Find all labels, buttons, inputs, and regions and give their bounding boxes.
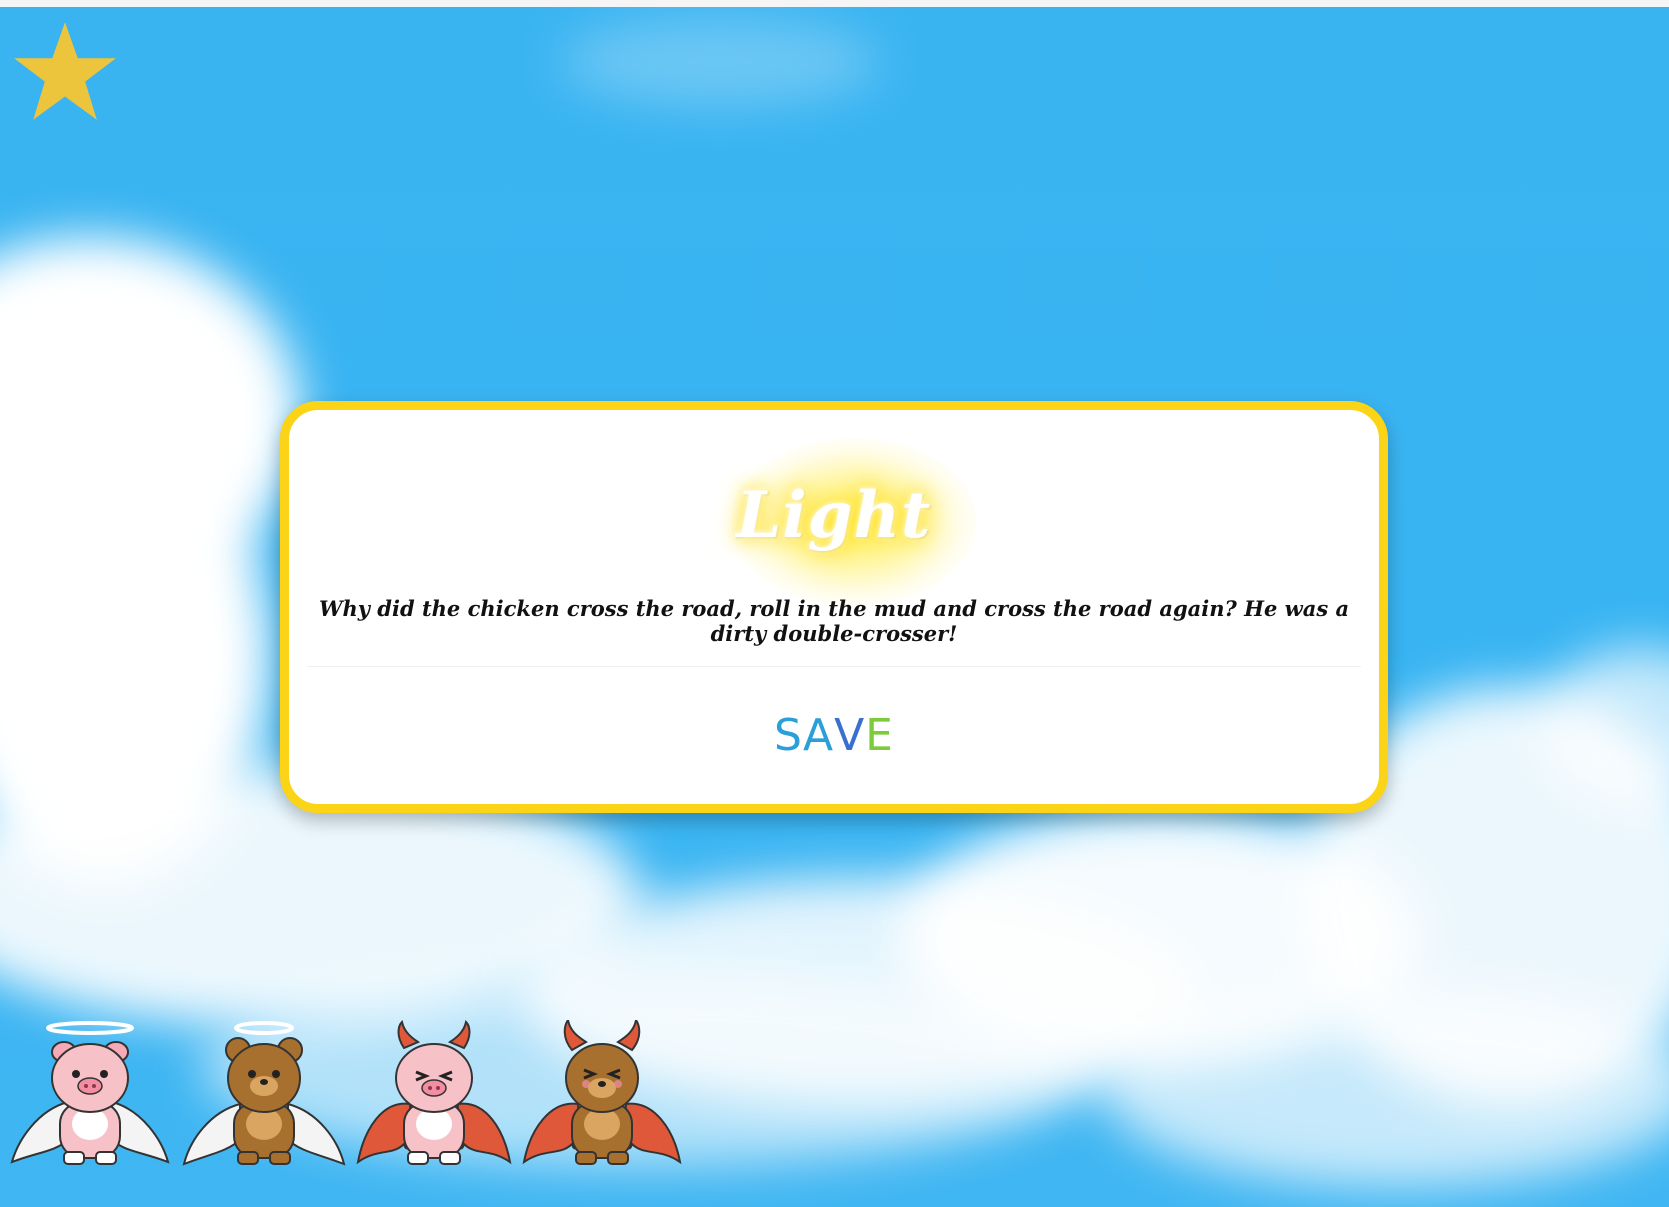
save-letter-v: V — [834, 710, 866, 761]
devil-bear-icon[interactable] — [520, 1020, 685, 1170]
divider — [307, 666, 1361, 667]
save-button[interactable]: SAVE — [289, 710, 1379, 761]
angel-pig-icon[interactable] — [8, 1020, 173, 1170]
angel-bear-icon[interactable] — [182, 1020, 347, 1170]
save-letter-a: A — [802, 710, 835, 761]
devil-pig-icon[interactable] — [352, 1020, 517, 1170]
top-bar — [0, 0, 1669, 7]
save-letter-s: S — [774, 710, 803, 761]
joke-text: Why did the chicken cross the road, roll… — [318, 596, 1350, 646]
joke-card: Light Why did the chicken cross the road… — [280, 401, 1388, 813]
save-letter-e: E — [865, 710, 894, 761]
card-title: Light — [736, 478, 932, 553]
star-icon[interactable] — [10, 18, 120, 124]
